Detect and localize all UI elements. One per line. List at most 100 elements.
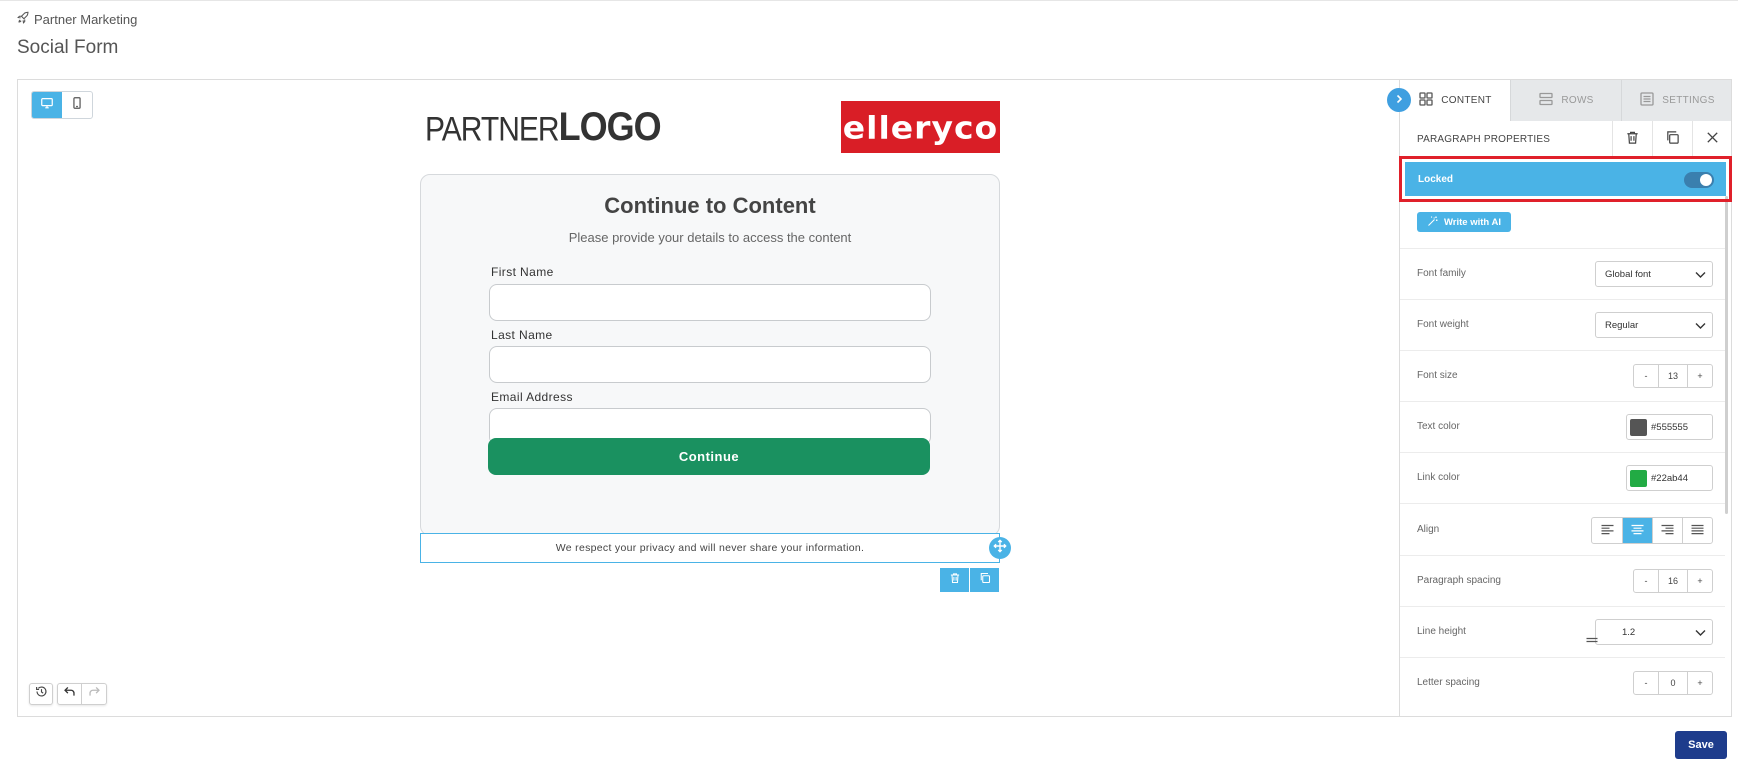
letter-spacing-row: Letter spacing - 0 + (1400, 657, 1725, 708)
paragraph-spacing-value[interactable]: 16 (1658, 570, 1688, 592)
align-center-button[interactable] (1622, 518, 1652, 543)
form-subheading: Please provide your details to access th… (568, 230, 852, 245)
paragraph-spacing-row: Paragraph spacing - 16 + (1400, 555, 1725, 606)
undo-button[interactable] (58, 684, 82, 704)
mobile-icon (70, 96, 84, 115)
top-divider (0, 0, 1738, 1)
text-color-picker[interactable]: #555555 (1626, 414, 1713, 440)
collapse-sidebar-button[interactable] (1387, 88, 1411, 112)
locked-row: Locked (1405, 162, 1726, 196)
paragraph-spacing-stepper: - 16 + (1633, 569, 1713, 593)
close-icon (1705, 130, 1720, 150)
delete-block-button[interactable] (940, 568, 969, 592)
history-controls (29, 683, 107, 705)
text-color-row: Text color #555555 (1400, 401, 1725, 452)
form-heading: Continue to Content (604, 193, 816, 218)
locked-highlight: Locked (1399, 156, 1732, 202)
link-color-row: Link color #22ab44 (1400, 452, 1725, 503)
write-with-ai-button[interactable]: Write with AI (1417, 212, 1511, 232)
link-color-picker[interactable]: #22ab44 (1626, 465, 1713, 491)
tab-settings[interactable]: SETTINGS (1621, 80, 1731, 121)
align-justify-icon (1691, 522, 1704, 540)
breadcrumb-label: Partner Marketing (34, 11, 138, 27)
history-button[interactable] (29, 683, 53, 705)
elleryco-logo: elleryco (841, 101, 1000, 153)
redo-button[interactable] (82, 684, 106, 704)
desktop-view-button[interactable] (32, 92, 62, 118)
copy-icon (1665, 130, 1680, 150)
text-color-swatch[interactable] (1630, 418, 1647, 436)
font-size-decrement[interactable]: - (1634, 365, 1658, 387)
letter-spacing-stepper: - 0 + (1633, 671, 1713, 695)
font-size-row: Font size - 13 + (1400, 350, 1725, 401)
last-name-label: Last Name (491, 328, 553, 342)
breadcrumb[interactable]: Partner Marketing (17, 11, 137, 27)
align-buttons (1591, 517, 1713, 544)
close-button[interactable] (1692, 121, 1731, 159)
duplicate-block-button[interactable] (970, 568, 999, 592)
align-justify-button[interactable] (1682, 518, 1712, 543)
privacy-paragraph[interactable]: We respect your privacy and will never s… (420, 533, 1000, 563)
form-card: Continue to Content Please provide your … (420, 174, 1000, 536)
paragraph-spacing-decrement[interactable]: - (1634, 570, 1658, 592)
letter-spacing-increment[interactable]: + (1688, 672, 1712, 694)
block-actions (940, 568, 999, 592)
move-icon (993, 538, 1007, 558)
font-family-select[interactable]: Global font (1595, 261, 1713, 287)
history-icon (35, 685, 48, 703)
redo-icon (88, 685, 101, 703)
sidebar-scrollbar[interactable] (1725, 196, 1728, 514)
tab-rows[interactable]: ROWS (1510, 80, 1621, 121)
align-right-icon (1661, 522, 1674, 540)
font-family-row: Font family Global font (1400, 248, 1725, 299)
letter-spacing-decrement[interactable]: - (1634, 672, 1658, 694)
align-row: Align (1400, 503, 1725, 555)
font-weight-row: Font weight Regular (1400, 299, 1725, 350)
line-height-row: Line height 1.2 (1400, 606, 1725, 657)
chevron-right-icon (1394, 91, 1404, 109)
move-handle[interactable] (989, 537, 1011, 559)
sidebar-tabs: CONTENT ROWS SETTINGS (1400, 80, 1731, 121)
undo-icon (63, 685, 76, 703)
letter-spacing-value[interactable]: 0 (1658, 672, 1688, 694)
line-height-select[interactable]: 1.2 (1586, 619, 1713, 645)
partner-logo: PARTNERLOGO (425, 103, 662, 149)
settings-list-icon (1639, 91, 1655, 110)
align-left-icon (1601, 522, 1614, 540)
locked-label: Locked (1418, 174, 1454, 185)
rocket-icon (17, 11, 30, 27)
align-right-button[interactable] (1652, 518, 1682, 543)
link-color-swatch[interactable] (1630, 469, 1647, 487)
trash-icon (949, 571, 961, 589)
delete-button[interactable] (1612, 121, 1652, 159)
tab-content[interactable]: CONTENT (1400, 80, 1510, 121)
font-size-increment[interactable]: + (1688, 365, 1712, 387)
email-label: Email Address (491, 390, 573, 404)
mobile-view-button[interactable] (62, 92, 92, 118)
properties-header: PARAGRAPH PROPERTIES (1400, 121, 1731, 159)
continue-button[interactable]: Continue (488, 438, 930, 475)
desktop-icon (40, 96, 54, 115)
device-toggle (31, 91, 93, 119)
font-size-value[interactable]: 13 (1658, 365, 1688, 387)
toggle-knob (1700, 174, 1712, 186)
trash-icon (1625, 130, 1640, 150)
last-name-input[interactable] (489, 346, 931, 383)
duplicate-button[interactable] (1652, 121, 1692, 159)
paragraph-spacing-increment[interactable]: + (1688, 570, 1712, 592)
locked-toggle[interactable] (1684, 172, 1714, 188)
save-button[interactable]: Save (1675, 731, 1727, 759)
font-size-stepper: - 13 + (1633, 364, 1713, 388)
align-left-button[interactable] (1592, 518, 1622, 543)
page-title: Social Form (17, 37, 119, 58)
copy-icon (979, 571, 991, 589)
align-center-icon (1631, 522, 1644, 540)
undo-redo-group (57, 683, 107, 705)
properties-title: PARAGRAPH PROPERTIES (1417, 134, 1551, 145)
font-weight-select[interactable]: Regular (1595, 312, 1713, 338)
grid-icon (1418, 91, 1434, 110)
first-name-label: First Name (491, 265, 554, 279)
magic-wand-icon (1427, 215, 1439, 230)
first-name-input[interactable] (489, 284, 931, 321)
rows-icon (1538, 91, 1554, 110)
